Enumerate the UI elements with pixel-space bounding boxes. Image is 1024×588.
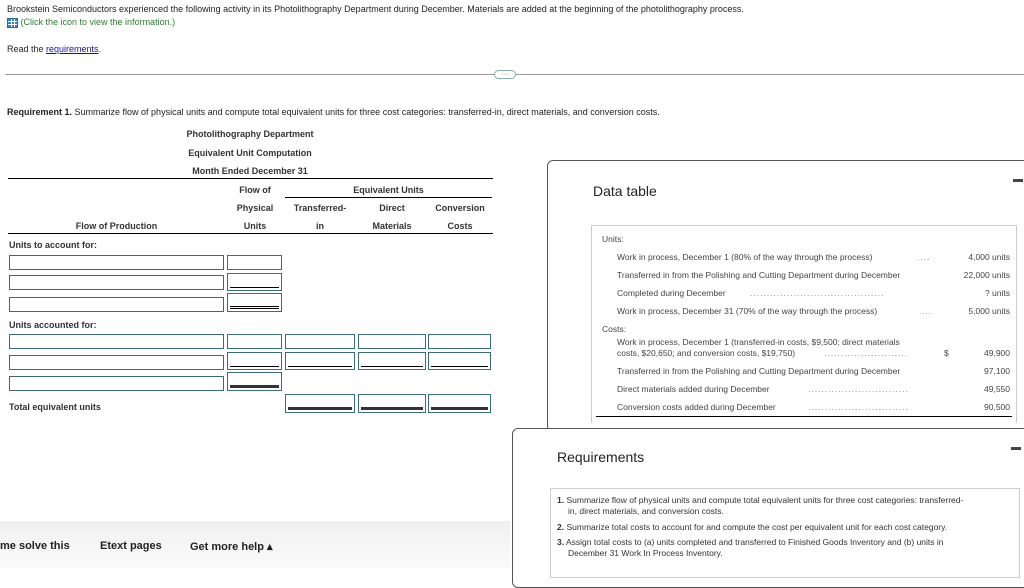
total-equivalent-units-label: Total equivalent units <box>9 402 101 412</box>
costs-row-value: 49,900 <box>984 348 1010 358</box>
requirements-panel: Requirements 1. Summarize flow of physic… <box>512 428 1024 588</box>
etext-pages-button[interactable]: Etext pages <box>100 540 162 552</box>
costs-row-label: Direct materials added during December <box>617 384 770 394</box>
currency-symbol: $ <box>944 348 949 358</box>
conversion-costs-input[interactable] <box>428 352 491 370</box>
leader-dots: .............................. <box>808 384 909 394</box>
leader-dots: ... <box>922 306 933 316</box>
requirements-list: 1. Summarize flow of physical units and … <box>550 488 1020 578</box>
read-requirements: Read the requirements. <box>7 44 101 54</box>
physical-units-input[interactable] <box>227 255 282 270</box>
data-table-bottom-rule <box>596 416 1012 417</box>
header-flow-of-production: Flow of Production <box>75 221 158 231</box>
total-transferred-in-input[interactable] <box>285 394 355 413</box>
data-table-panel: Data table Units: Work in process, Decem… <box>547 160 1024 432</box>
physical-units-input[interactable] <box>227 352 282 370</box>
conversion-costs-input[interactable] <box>428 334 491 349</box>
header-materials: Materials <box>372 221 412 231</box>
header-costs: Costs <box>447 221 473 231</box>
read-prefix: Read the <box>7 44 47 54</box>
units-row-label: Work in process, December 1 (80% of the … <box>617 252 873 262</box>
requirement-item: 2. Summarize total costs to account for … <box>557 522 948 532</box>
costs-heading: Costs: <box>602 324 627 334</box>
data-table-box: Units: Work in process, December 1 (80% … <box>591 225 1017 423</box>
table-grid-icon[interactable] <box>7 17 18 28</box>
equivalent-units-rule <box>285 197 492 198</box>
physical-units-input[interactable] <box>227 334 282 349</box>
leader-dots: .............................. <box>808 402 909 412</box>
requirement-item-cont: December 31 Work In Process Inventory. <box>568 548 723 558</box>
direct-materials-input[interactable] <box>358 334 426 349</box>
units-row-value: ? units <box>984 288 1010 298</box>
read-suffix: . <box>98 44 102 54</box>
row-label-input[interactable] <box>9 355 224 370</box>
minimize-icon[interactable] <box>1011 447 1021 450</box>
requirement-item: 3. Assign total costs to (a) units compl… <box>557 537 944 547</box>
total-direct-materials-input[interactable] <box>358 394 426 413</box>
units-heading: Units: <box>602 234 624 244</box>
costs-row-label: Work in process, December 1 (transferred… <box>617 337 900 347</box>
header-in: in <box>316 221 324 231</box>
schedule-title-period: Month Ended December 31 <box>192 166 308 176</box>
requirement-item-cont: in, direct materials, and conversion cos… <box>568 506 724 516</box>
get-more-help-button[interactable]: Get more help ▴ <box>190 540 273 553</box>
requirement-text: Summarize flow of physical units and com… <box>72 107 660 117</box>
requirement-1-instruction: Requirement 1. Summarize flow of physica… <box>7 107 660 117</box>
row-label-input[interactable] <box>9 334 224 349</box>
schedule-title-computation: Equivalent Unit Computation <box>188 148 312 158</box>
requirements-link[interactable]: requirements <box>46 44 99 54</box>
header-direct: Direct <box>379 203 405 213</box>
units-to-account-for-label: Units to account for: <box>9 240 97 250</box>
units-row-value: 4,000 units <box>968 252 1010 262</box>
leader-dots: .... <box>917 252 931 262</box>
transferred-in-input[interactable] <box>285 334 355 349</box>
direct-materials-input[interactable] <box>358 352 426 370</box>
expand-button[interactable]: ··· <box>494 70 516 79</box>
requirement-label: Requirement 1. <box>7 107 73 117</box>
bottom-help-bar: me solve this Etext pages Get more help … <box>0 521 510 568</box>
info-link-row[interactable]: (Click the icon to view the information.… <box>7 17 175 28</box>
header-conversion: Conversion <box>435 203 485 213</box>
units-row-value: 22,000 units <box>963 270 1010 280</box>
costs-row-label: Transferred in from the Polishing and Cu… <box>617 366 901 376</box>
costs-row-value: 49,550 <box>984 384 1010 394</box>
header-flow-of: Flow of <box>239 185 271 195</box>
data-table-title: Data table <box>593 183 657 199</box>
costs-row-label-cont: costs, $20,650; and conversion costs, $1… <box>617 348 796 358</box>
transferred-in-input[interactable] <box>285 352 355 370</box>
total-physical-units-input[interactable] <box>227 293 282 312</box>
costs-row-value: 97,100 <box>984 366 1010 376</box>
costs-row-label: Conversion costs added during December <box>617 402 776 412</box>
total-conversion-costs-input[interactable] <box>428 394 491 413</box>
requirements-title: Requirements <box>557 449 645 465</box>
units-row-label: Transferred in from the Polishing and Cu… <box>617 270 901 280</box>
requirement-item: 1. Summarize flow of physical units and … <box>557 495 964 505</box>
leader-dots: ........................................ <box>750 288 885 298</box>
help-me-solve-button[interactable]: me solve this <box>0 540 70 552</box>
row-label-input[interactable] <box>9 376 224 391</box>
header-physical: Physical <box>236 203 274 213</box>
row-label-input[interactable] <box>9 297 224 312</box>
total-physical-units-input[interactable] <box>227 372 282 391</box>
units-row-label: Completed during December <box>617 288 726 298</box>
header-equivalent-units: Equivalent Units <box>353 185 424 195</box>
table-top-rule <box>8 178 493 179</box>
view-information-link[interactable]: (Click the icon to view the information.… <box>21 17 176 27</box>
row-label-input[interactable] <box>9 275 224 290</box>
physical-units-input[interactable] <box>227 273 282 291</box>
units-row-value: 5,000 units <box>968 306 1010 316</box>
leader-dots: ......................... <box>824 348 909 358</box>
header-units: Units <box>243 221 267 231</box>
units-row-label: Work in process, December 31 (70% of the… <box>617 306 878 316</box>
row-label-input[interactable] <box>9 255 224 270</box>
header-bottom-rule <box>8 233 493 234</box>
costs-row-value: 90,500 <box>984 402 1010 412</box>
intro-text: Brookstein Semiconductors experienced th… <box>7 4 744 14</box>
schedule-title-dept: Photolithography Department <box>186 129 314 139</box>
units-accounted-for-label: Units accounted for: <box>9 320 97 330</box>
minimize-icon[interactable] <box>1013 179 1023 182</box>
header-transferred: Transferred- <box>293 203 347 213</box>
